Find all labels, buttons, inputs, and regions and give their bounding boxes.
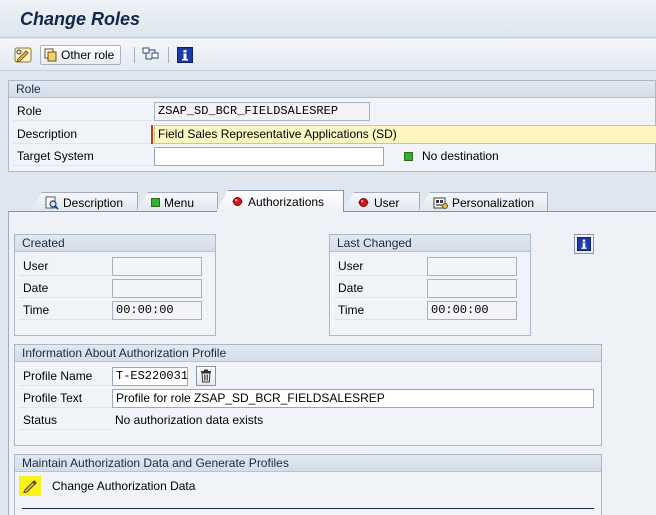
tab-user[interactable]: User xyxy=(342,192,420,212)
red-status-icon xyxy=(232,197,243,206)
changed-time-label: Time xyxy=(334,301,426,320)
profile-name-label: Profile Name xyxy=(19,367,111,386)
target-system-label: Target System xyxy=(13,147,153,166)
delete-profile-button[interactable] xyxy=(196,366,216,386)
role-group-header: Role xyxy=(9,81,655,98)
changed-time-field[interactable]: 00:00:00 xyxy=(427,301,517,320)
green-status-icon xyxy=(404,152,413,161)
tab-personalization-label: Personalization xyxy=(452,195,535,210)
green-status-icon xyxy=(151,198,160,207)
other-role-label: Other role xyxy=(61,48,115,62)
toolbar-separator xyxy=(168,47,169,63)
application-toolbar: Other role xyxy=(0,39,656,71)
change-authorization-button[interactable] xyxy=(19,476,41,496)
profile-text-label: Profile Text xyxy=(19,389,111,408)
page-title: Change Roles xyxy=(20,9,141,29)
tab-description-label: Description xyxy=(63,195,124,210)
target-system-input[interactable] xyxy=(154,147,384,166)
tab-authorizations-label: Authorizations xyxy=(248,194,325,209)
info-button[interactable] xyxy=(176,46,194,64)
toolbar-separator xyxy=(134,47,135,63)
profile-text-field[interactable]: Profile for role ZSAP_SD_BCR_FIELDSALESR… xyxy=(112,389,594,408)
tab-description[interactable]: Description xyxy=(30,192,138,212)
created-user-field[interactable] xyxy=(112,257,202,276)
tab-user-label: User xyxy=(374,195,400,210)
other-object-icon xyxy=(44,48,57,62)
tab-strip: Description Menu Authorizations User Per… xyxy=(8,190,656,212)
title-bar: Change Roles xyxy=(0,0,656,38)
other-role-button[interactable]: Other role xyxy=(40,45,122,65)
pencil-icon xyxy=(23,480,37,494)
info-icon xyxy=(577,237,591,251)
status-value: No authorization data exists xyxy=(115,413,264,427)
role-field[interactable]: ZSAP_SD_BCR_FIELDSALESREP xyxy=(154,102,370,121)
changed-user-label: User xyxy=(334,257,426,276)
profile-info-header: Information About Authorization Profile xyxy=(15,345,601,362)
created-date-field[interactable] xyxy=(112,279,202,298)
maintain-auth-header: Maintain Authorization Data and Generate… xyxy=(15,455,601,472)
profile-name-field[interactable]: T-ES220031 xyxy=(112,367,188,386)
tab-personalization[interactable]: Personalization xyxy=(418,192,548,212)
created-user-label: User xyxy=(19,257,111,276)
divider xyxy=(22,508,594,509)
destination-status: No destination xyxy=(422,149,499,163)
info-button-secondary[interactable] xyxy=(574,234,594,254)
document-magnifier-icon xyxy=(45,196,59,210)
status-label: Status xyxy=(19,411,111,430)
where-used-button[interactable] xyxy=(142,46,160,64)
created-group-header: Created xyxy=(15,235,215,252)
last-changed-group-header: Last Changed xyxy=(330,235,530,252)
created-date-label: Date xyxy=(19,279,111,298)
changed-user-field[interactable] xyxy=(427,257,517,276)
info-icon xyxy=(177,47,193,63)
created-time-field[interactable]: 00:00:00 xyxy=(112,301,202,320)
tab-menu-label: Menu xyxy=(164,195,195,210)
changed-date-field[interactable] xyxy=(427,279,517,298)
changed-date-label: Date xyxy=(334,279,426,298)
hierarchy-icon xyxy=(142,47,159,60)
change-authorization-label[interactable]: Change Authorization Data xyxy=(52,477,195,496)
tab-authorizations[interactable]: Authorizations xyxy=(216,190,344,212)
display-change-button[interactable] xyxy=(14,46,32,64)
description-field[interactable]: Field Sales Representative Applications … xyxy=(154,125,656,144)
role-label: Role xyxy=(13,102,153,121)
description-label: Description xyxy=(13,125,153,144)
pencil-glasses-icon xyxy=(14,47,32,63)
trash-icon xyxy=(201,369,211,383)
tab-menu[interactable]: Menu xyxy=(136,192,218,212)
created-time-label: Time xyxy=(19,301,111,320)
personalization-icon xyxy=(433,197,448,209)
red-status-icon xyxy=(358,198,369,207)
